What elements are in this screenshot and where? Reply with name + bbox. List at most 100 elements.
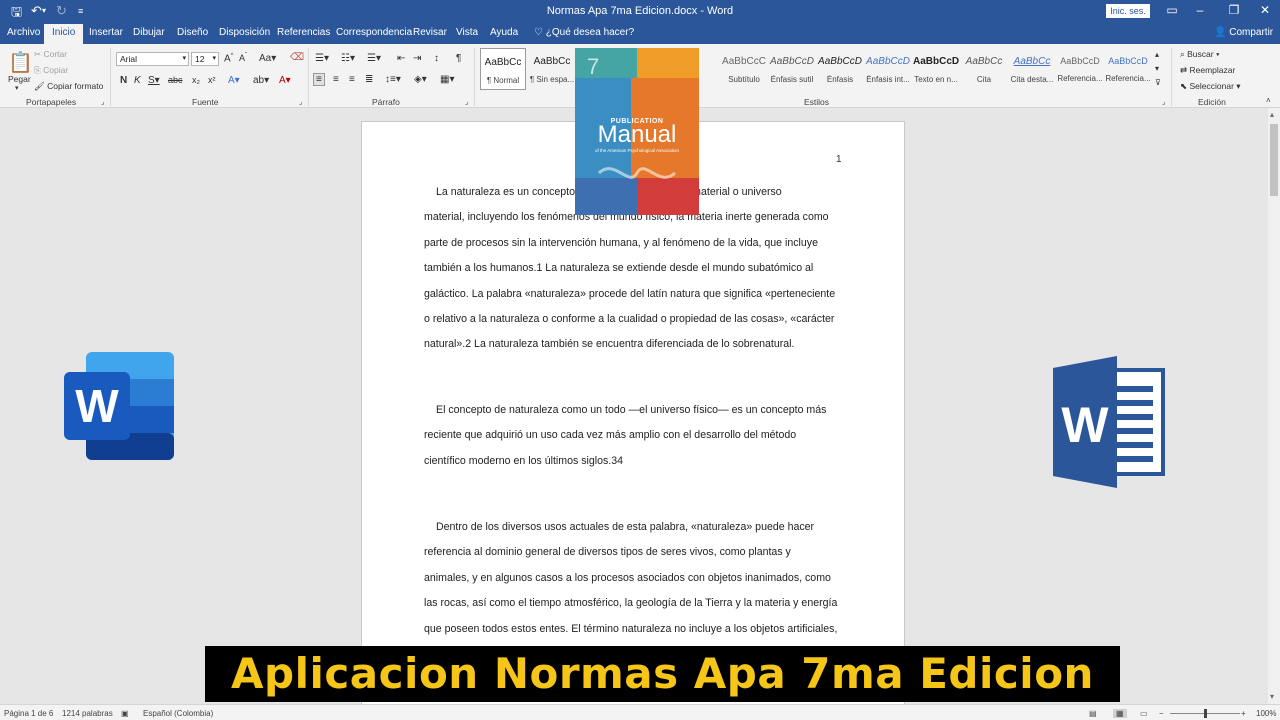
text-line: científico moderno en los últimos siglos…	[424, 454, 624, 467]
font-family-select[interactable]: Arial ▾	[116, 52, 189, 66]
font-group-label: Fuente	[192, 97, 219, 107]
grow-font-icon[interactable]: A^	[224, 53, 234, 64]
select-button[interactable]: ⬉ Seleccionar ▾	[1180, 81, 1241, 92]
sign-in-button[interactable]: Inic. ses.	[1106, 4, 1150, 18]
paragraph[interactable]: El concepto de naturaleza como un todo —…	[424, 398, 848, 474]
minimize-button[interactable]: –	[1190, 3, 1210, 17]
paragraph-launcher-icon[interactable]: ⌟	[465, 98, 468, 106]
align-right-icon[interactable]: ≡	[349, 74, 355, 85]
underline-icon[interactable]: S▾	[148, 75, 160, 86]
paste-icon[interactable]: 📋	[8, 50, 33, 75]
style-subtle-emphasis[interactable]: AaBbCcD Énfasis sutil	[769, 48, 815, 90]
format-painter-label: Copiar formato	[47, 81, 104, 91]
highlight-icon[interactable]: ab▾	[253, 75, 269, 86]
font-launcher-icon[interactable]: ⌟	[299, 98, 302, 106]
scroll-up-icon[interactable]: ▴	[1270, 110, 1274, 119]
style-emphasis[interactable]: AaBbCcD Énfasis	[817, 48, 863, 90]
tab-ayuda[interactable]: Ayuda	[490, 27, 518, 38]
align-center-icon[interactable]: ≡	[333, 74, 339, 85]
style-normal[interactable]: AaBbCc ¶ Normal	[480, 48, 526, 90]
tab-correspondencia[interactable]: Correspondencia	[336, 27, 412, 38]
style-intense-reference[interactable]: AaBbCcD Referencia...	[1105, 48, 1151, 90]
pilcrow-icon[interactable]: ¶	[456, 53, 461, 64]
styles-scroll-up-icon[interactable]: ▴	[1155, 50, 1159, 59]
cut-button[interactable]: ✂ Cortar	[34, 49, 67, 60]
sort-icon[interactable]: ↕	[434, 53, 439, 64]
web-layout-icon[interactable]: ▭	[1140, 709, 1148, 718]
bullets-icon[interactable]: ☰▾	[315, 53, 329, 64]
increase-indent-icon[interactable]: ⇥	[413, 53, 421, 64]
tell-me-box[interactable]: ♡ ¿Qué desea hacer?	[534, 27, 634, 38]
font-size-select[interactable]: 12 ▾	[191, 52, 219, 66]
numbering-icon[interactable]: ☷▾	[341, 53, 355, 64]
styles-launcher-icon[interactable]: ⌟	[1162, 98, 1165, 106]
scrollbar-thumb[interactable]	[1270, 124, 1278, 196]
read-mode-icon[interactable]: ▤	[1089, 709, 1097, 718]
paste-dropdown-icon[interactable]: ▾	[15, 84, 19, 92]
proofing-icon[interactable]: ▣	[121, 709, 129, 718]
justify-icon[interactable]: ≣	[365, 74, 373, 85]
subscript-icon[interactable]: x₂	[192, 75, 200, 85]
collapse-ribbon-icon[interactable]: ˄	[1266, 96, 1271, 105]
tab-revisar[interactable]: Revisar	[413, 27, 447, 38]
shading-icon[interactable]: ◈▾	[414, 74, 427, 85]
style-preview: AaBbCc	[484, 57, 522, 68]
close-button[interactable]: ✕	[1255, 3, 1275, 17]
line-spacing-icon[interactable]: ↕≡▾	[385, 74, 401, 85]
style-intense-emphasis[interactable]: AaBbCcD Énfasis int...	[865, 48, 911, 90]
print-layout-icon[interactable]: ▦	[1113, 709, 1127, 718]
tab-vista[interactable]: Vista	[456, 27, 478, 38]
superscript-icon[interactable]: x²	[208, 75, 216, 85]
styles-more-icon[interactable]: ⊽	[1155, 78, 1161, 87]
zoom-level[interactable]: 100%	[1256, 709, 1276, 718]
change-case-icon[interactable]: Aa▾	[259, 53, 276, 64]
styles-scroll-down-icon[interactable]: ▾	[1155, 64, 1159, 73]
clear-formatting-icon[interactable]: ⌫	[290, 52, 304, 63]
paragraph[interactable]: Dentro de los diversos usos actuales de …	[424, 515, 848, 642]
find-button[interactable]: ⌕ Buscar ▾	[1180, 49, 1220, 60]
style-subtle-reference[interactable]: AaBbCcD Referencia...	[1057, 48, 1103, 90]
shrink-font-icon[interactable]: Aˇ	[239, 53, 247, 63]
tab-archivo[interactable]: Archivo	[7, 27, 40, 38]
style-quote[interactable]: AaBbCc Cita	[961, 48, 1007, 90]
zoom-out-icon[interactable]: −	[1159, 709, 1164, 718]
share-button[interactable]: 👤 Compartir	[1214, 27, 1273, 38]
style-name: Subtítulo	[728, 75, 760, 84]
style-name: Énfasis int...	[866, 75, 910, 84]
style-intense-quote[interactable]: AaBbCc Cita desta...	[1009, 48, 1055, 90]
word-count[interactable]: 1214 palabras	[62, 709, 113, 718]
style-subtitle[interactable]: AaBbCcC Subtítulo	[721, 48, 767, 90]
zoom-in-icon[interactable]: +	[1241, 709, 1246, 718]
replace-button[interactable]: ⇄ Reemplazar	[1180, 65, 1235, 76]
tab-insertar[interactable]: Insertar	[89, 27, 123, 38]
zoom-slider-handle[interactable]	[1204, 709, 1207, 718]
borders-icon[interactable]: ▦▾	[440, 74, 454, 85]
style-no-spacing[interactable]: AaBbCc ¶ Sin espa...	[529, 48, 575, 90]
bold-icon[interactable]: N	[120, 75, 127, 86]
tab-dibujar[interactable]: Dibujar	[133, 27, 165, 38]
align-left-icon[interactable]: ≡	[313, 73, 325, 86]
style-preview: AaBbCcD	[1108, 56, 1148, 66]
text-effects-icon[interactable]: A▾	[228, 75, 240, 86]
ribbon-display-options-icon[interactable]: ▭	[1162, 3, 1182, 17]
vertical-scrollbar[interactable]	[1268, 108, 1280, 704]
clipboard-launcher-icon[interactable]: ⌟	[101, 98, 104, 106]
italic-icon[interactable]: K	[134, 75, 141, 86]
tab-disposicion[interactable]: Disposición	[219, 27, 270, 38]
paste-label[interactable]: Pegar	[8, 74, 31, 84]
style-preview: AaBbCc	[533, 56, 571, 67]
decrease-indent-icon[interactable]: ⇤	[397, 53, 405, 64]
tab-inicio[interactable]: Inicio	[44, 24, 84, 44]
tab-referencias[interactable]: Referencias	[277, 27, 330, 38]
tab-diseno[interactable]: Diseño	[177, 27, 208, 38]
copy-button[interactable]: ⎘ Copiar	[34, 65, 68, 76]
format-painter-button[interactable]: 🖌 Copiar formato	[34, 81, 103, 92]
multilevel-list-icon[interactable]: ☰▾	[367, 53, 381, 64]
language[interactable]: Español (Colombia)	[143, 709, 213, 718]
maximize-button[interactable]: ❐	[1224, 3, 1244, 17]
style-strong[interactable]: AaBbCcD Texto en n...	[913, 48, 959, 90]
scroll-down-icon[interactable]: ▾	[1270, 692, 1274, 701]
font-color-icon[interactable]: A▾	[279, 75, 291, 86]
page-count[interactable]: Página 1 de 6	[4, 709, 53, 718]
strikethrough-icon[interactable]: abc	[168, 75, 183, 85]
